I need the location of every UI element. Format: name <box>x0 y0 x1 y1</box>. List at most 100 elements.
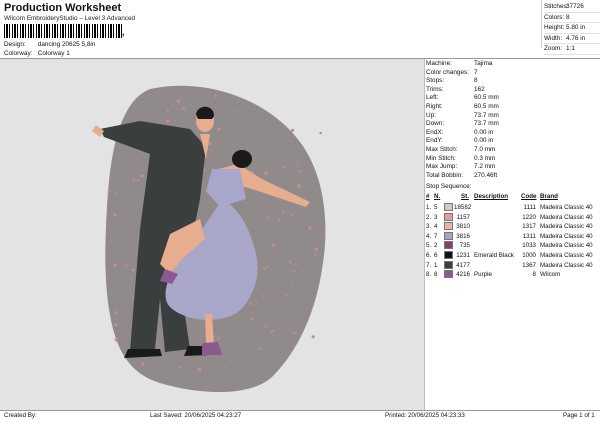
seq-code: 1220 <box>522 213 536 221</box>
stop-sequence-row: 4. 7 3816 1311 Madeira Classic 40 <box>426 231 598 242</box>
sparkle-dot <box>296 161 299 163</box>
sparkle-dot <box>136 158 139 160</box>
stop-sequence-row: 6. 6 1231 Emerald Black 1000 Madeira Classic … <box>426 251 598 261</box>
seq-num: 6. <box>426 252 432 259</box>
seq-st: 4216 <box>456 271 470 279</box>
sparkle-dot <box>114 338 119 342</box>
seq-n: 4 <box>434 223 438 231</box>
seq-st: 3810 <box>456 223 470 231</box>
sparkle-dot <box>113 311 117 315</box>
seq-code: 1111 <box>523 204 536 211</box>
stop-sequence-row: 5. 2 735 1033 Madeira Classic 40 <box>426 241 598 251</box>
sparkle-dot <box>115 192 118 195</box>
stop-sequence-row: 3. 4 3810 1317 Madeira Classic 40 <box>426 222 598 232</box>
thread-color-swatch <box>444 251 453 259</box>
design-label: Design: <box>4 41 26 48</box>
seq-brand: Madeira Classic 40 <box>540 223 593 231</box>
sparkle-dot <box>217 336 221 340</box>
sparkle-dot <box>291 284 294 287</box>
colorway-label: Colorway: <box>4 50 33 57</box>
seq-st: 18582 <box>454 204 472 211</box>
machine-info-panel: Machine: Tajima Color changes: 7 Stops: 8 Trim… <box>424 59 600 410</box>
seq-num: 3. <box>426 223 432 231</box>
sparkle-dot <box>266 266 269 269</box>
sparkle-dot <box>266 216 269 219</box>
thread-color-swatch <box>444 203 453 211</box>
seq-code: 8 <box>532 271 536 279</box>
sparkle-dot <box>264 171 268 176</box>
seq-code: 1317 <box>522 223 536 231</box>
seq-code: 1367 <box>522 261 536 269</box>
sparkle-dot <box>308 225 312 230</box>
seq-n: 2 <box>434 242 438 250</box>
sparkle-dot <box>262 294 266 298</box>
seq-n: 7 <box>434 232 438 240</box>
seq-brand: Wilcom <box>540 271 561 279</box>
seq-brand: Madeira Classic 40 <box>540 204 593 211</box>
seq-st: 1231 <box>456 252 470 259</box>
design-row: Design: dancing 20625 5,8in <box>4 41 95 48</box>
sparkle-dot <box>197 367 202 372</box>
sparkle-dot <box>290 128 295 132</box>
colorway-row: Colorway: Colorway 1 <box>4 50 70 57</box>
stop-sequence-row: 1. 5 18582 1111 Madeira Classic 40 <box>426 203 598 213</box>
stat-stitches: Stitches:37726 <box>544 2 600 13</box>
sparkle-dot <box>293 270 296 273</box>
sparkle-dot <box>114 323 118 327</box>
seq-brand: Madeira Classic 40 <box>540 242 593 250</box>
info-value: 270.46ft <box>474 171 498 179</box>
sparkle-dot <box>124 264 127 267</box>
software-subtitle: Wilcom EmbroideryStudio – Level 3 Advanc… <box>4 15 136 22</box>
sparkle-dot <box>165 119 170 123</box>
sparkle-dot <box>141 362 145 366</box>
sparkle-dot <box>166 109 169 113</box>
sparkle-dot <box>176 99 181 104</box>
info-value: 73.7 mm <box>474 111 499 119</box>
sparkle-dot <box>311 335 315 339</box>
sparkle-dot <box>131 268 135 272</box>
col-num: # <box>426 193 430 200</box>
thread-color-swatch <box>444 270 453 279</box>
sparkle-dot <box>298 169 301 173</box>
sparkle-dot <box>282 211 285 214</box>
sparkle-dot <box>262 267 266 271</box>
seq-st: 1157 <box>456 213 470 221</box>
sparkle-dot <box>290 213 294 216</box>
stop-sequence-row: 2. 3 1157 1220 Madeira Classic 40 <box>426 212 598 223</box>
sparkle-dot <box>292 331 296 335</box>
thread-color-swatch <box>444 231 453 240</box>
seq-st: 4177 <box>456 261 470 269</box>
seq-n: 5 <box>434 204 438 211</box>
sparkle-dot <box>113 263 117 268</box>
seq-description: Purple <box>474 271 492 279</box>
sparkle-dot <box>288 260 292 264</box>
stat-colors: Colors: 8 <box>544 13 600 23</box>
seq-num: 8. <box>426 271 432 279</box>
dancers-embroidery-image <box>92 85 326 393</box>
sparkle-dot <box>270 329 274 333</box>
stat-width: Width: 4.76 in <box>544 34 600 44</box>
seq-n: 1 <box>434 261 438 269</box>
sparkle-dot <box>123 247 126 249</box>
info-row: Total Bobbin: 270.46ft <box>426 171 598 180</box>
sparkle-dot <box>224 366 227 369</box>
thread-color-swatch <box>444 260 453 269</box>
seq-n: 3 <box>434 213 438 221</box>
design-value: dancing 20625 5,8in <box>37 41 96 48</box>
stat-zoom: Zoom: 1:1 <box>544 44 600 55</box>
stop-sequence-row: 8. 8 4216 Purple 8 Wilcom <box>426 270 598 280</box>
sparkle-dot <box>259 348 262 351</box>
sparkle-dot <box>271 243 276 248</box>
seq-n: 6 <box>434 252 438 259</box>
top-stats: Stitches:37726 Colors: 8 Height: 5.80 in W… <box>544 2 600 55</box>
col-stitches: St. <box>461 193 469 200</box>
col-code: Code <box>521 193 537 200</box>
sparkle-dot <box>136 179 140 182</box>
sparkle-dot <box>314 253 317 256</box>
col-description: Description <box>474 193 509 200</box>
info-value: 7 <box>474 68 478 76</box>
stop-sequence-heading: Stop Sequence: <box>426 183 472 190</box>
seq-n: 8 <box>434 271 438 279</box>
info-value: 0.00 in <box>474 128 494 136</box>
seq-st: 735 <box>459 242 470 250</box>
